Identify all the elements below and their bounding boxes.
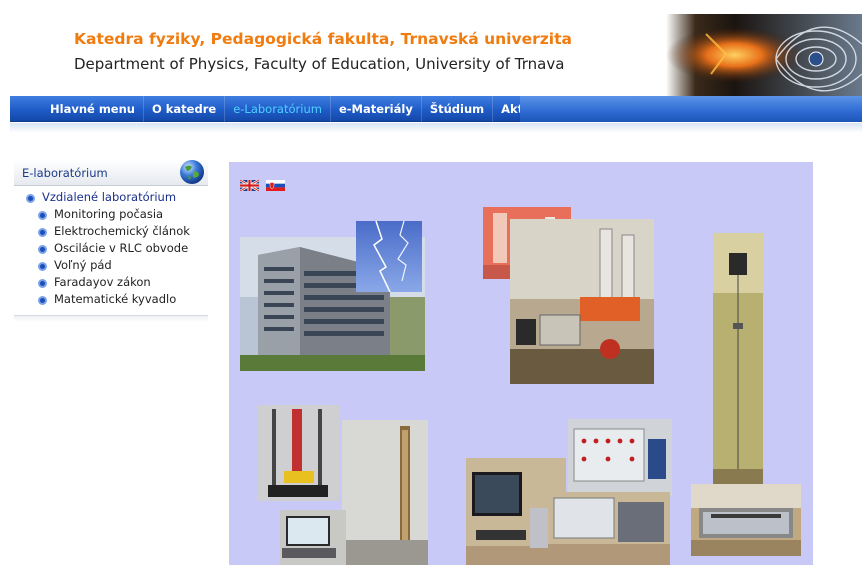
globe-icon bbox=[178, 158, 206, 186]
faraday-law-photo bbox=[691, 484, 801, 556]
sidebar: E-laboratórium Vzdialené laboratórium Mo… bbox=[14, 160, 208, 322]
bullet-icon bbox=[38, 245, 47, 254]
free-fall-tube-photo bbox=[342, 420, 428, 565]
sidebar-title: E-laboratórium bbox=[22, 166, 108, 180]
page: Katedra fyziky, Pedagogická fakulta, Trn… bbox=[0, 0, 862, 565]
electrochem-apparatus-photo bbox=[510, 219, 654, 384]
bullet-icon bbox=[38, 296, 47, 305]
sidebar-footer bbox=[14, 315, 208, 322]
site-title-sk: Katedra fyziky, Pedagogická fakulta, Trn… bbox=[74, 30, 572, 48]
pendulum-photo bbox=[713, 233, 763, 485]
lab-content-panel bbox=[229, 162, 813, 565]
nav-e-laboratorium[interactable]: e-Laboratórium bbox=[225, 96, 331, 122]
sidebar-menu: Vzdialené laboratórium Monitoring počasi… bbox=[26, 190, 190, 309]
sidebar-item-label: Matematické kyvadlo bbox=[54, 292, 177, 306]
navbar-extension bbox=[520, 96, 862, 122]
sk-flag-icon[interactable] bbox=[266, 176, 285, 191]
navbar-shadow bbox=[10, 123, 862, 133]
sidebar-header: E-laboratórium bbox=[14, 160, 208, 186]
sidebar-item-label: Voľný pád bbox=[54, 258, 112, 272]
bullet-icon bbox=[38, 211, 47, 220]
rlc-equipment-photo bbox=[548, 492, 670, 565]
sidebar-item-label: Monitoring počasia bbox=[54, 207, 164, 221]
nav-e-materialy[interactable]: e-Materiály bbox=[331, 96, 422, 122]
bullet-icon bbox=[26, 194, 35, 203]
nav-hlavne-menu[interactable]: Hlavné menu bbox=[42, 96, 144, 122]
site-title-en: Department of Physics, Faculty of Educat… bbox=[74, 55, 565, 73]
sidebar-item-label: Faradayov zákon bbox=[54, 275, 151, 289]
bullet-icon bbox=[38, 279, 47, 288]
uk-flag-icon[interactable] bbox=[239, 176, 260, 193]
bullet-icon bbox=[38, 228, 47, 237]
lightning-photo bbox=[356, 221, 422, 292]
sidebar-item-label: Vzdialené laboratórium bbox=[42, 190, 177, 204]
free-fall-laptop-photo bbox=[280, 510, 346, 565]
rlc-circuit-board-photo bbox=[568, 419, 672, 497]
nav-o-katedre[interactable]: O katedre bbox=[144, 96, 226, 122]
sidebar-item-vzdialene-laboratorium[interactable]: Vzdialené laboratórium bbox=[26, 190, 176, 207]
site-header: Katedra fyziky, Pedagogická fakulta, Trn… bbox=[10, 10, 862, 96]
bullet-icon bbox=[38, 262, 47, 271]
free-fall-device-photo bbox=[258, 405, 340, 501]
header-banner-image bbox=[666, 14, 862, 96]
sidebar-item-label: Elektrochemický článok bbox=[54, 224, 190, 238]
nav-studium[interactable]: Štúdium bbox=[422, 96, 494, 122]
sidebar-item-label: Oscilácie v RLC obvode bbox=[54, 241, 189, 255]
